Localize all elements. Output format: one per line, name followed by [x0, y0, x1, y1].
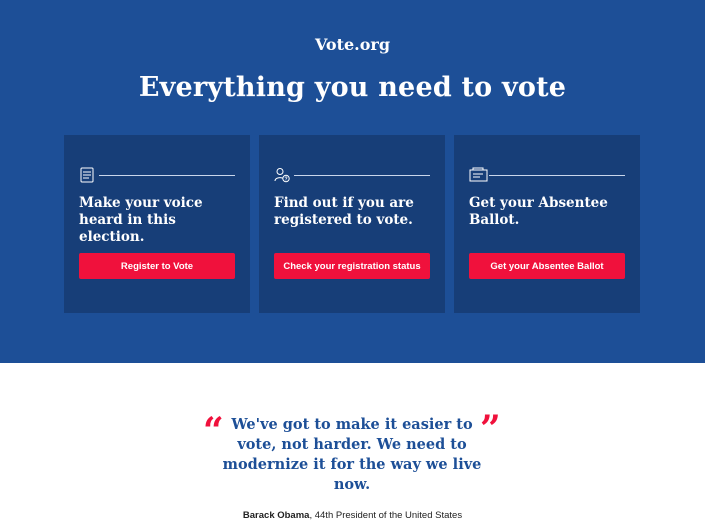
- card-divider: [99, 175, 235, 176]
- get-absentee-ballot-button[interactable]: Get your Absentee Ballot: [469, 253, 625, 279]
- envelope-ballot-icon: [469, 167, 489, 183]
- register-to-vote-button[interactable]: Register to Vote: [79, 253, 235, 279]
- quote-text: We've got to make it easier to vote, not…: [222, 416, 482, 493]
- card-title: Make your voice heard in this election.: [79, 195, 203, 245]
- svg-text:?: ?: [284, 176, 287, 182]
- card-divider: [489, 175, 625, 176]
- check-registration-status-button[interactable]: Check your registration status: [274, 253, 430, 279]
- page-headline: Everything you need to vote: [138, 72, 567, 103]
- quote-section: “ We've got to make it easier to vote, n…: [0, 363, 705, 525]
- card-check-registration: ? Find out if you are registered to vote…: [259, 135, 445, 313]
- hero-section: Vote.org Everything you need to vote Mak…: [0, 0, 705, 363]
- checklist-icon: [79, 167, 95, 183]
- close-quote-mark: ”: [480, 408, 501, 450]
- quote-author: Barack Obama: [242, 510, 310, 521]
- card-absentee-ballot: Get your Absentee Ballot. Get your Absen…: [454, 135, 640, 313]
- card-title: Get your Absentee Ballot.: [469, 195, 608, 228]
- brand-logo-link[interactable]: Vote.org: [0, 35, 705, 54]
- card-divider: [294, 175, 430, 176]
- card-title: Find out if you are registered to vote.: [274, 195, 414, 228]
- quote-author-title: , 44th President of the United States: [309, 510, 463, 521]
- quote-attribution: Barack Obama, 44th President of the Unit…: [0, 510, 705, 521]
- card-register: Make your voice heard in this election. …: [64, 135, 250, 313]
- open-quote-mark: “: [203, 410, 224, 452]
- person-question-icon: ?: [274, 167, 290, 183]
